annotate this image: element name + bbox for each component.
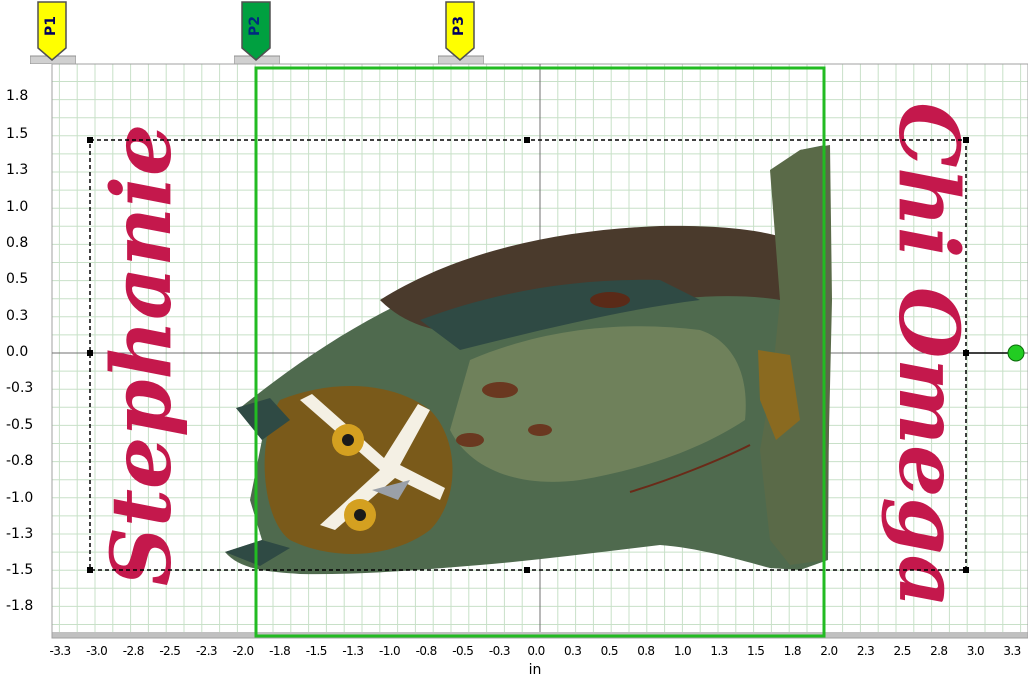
x-tick-label: -1.3 — [342, 644, 363, 658]
selection-handle-top-left[interactable] — [87, 137, 93, 143]
selection-handle-bottom-left[interactable] — [87, 567, 93, 573]
rotate-handle[interactable] — [1007, 344, 1025, 362]
x-tick-label: 3.3 — [1003, 644, 1020, 658]
x-tick-label: 2.8 — [930, 644, 947, 658]
units-label: in — [528, 662, 542, 678]
x-tick-label: -2.8 — [123, 644, 144, 658]
y-tick-label: 0.3 — [6, 308, 29, 324]
x-tick-label: 2.0 — [820, 644, 837, 658]
design-canvas[interactable]: Stephanie Chi Omega -3.3 -3.0 -2.8 -2.5 -2.3… — [0, 0, 1028, 684]
lettering-stephanie: Stephanie — [94, 124, 190, 586]
y-tick-label: 0.8 — [6, 235, 29, 251]
x-tick-label: -3.3 — [49, 644, 70, 658]
y-tick-label: -1.3 — [6, 526, 34, 542]
selection-handle-left[interactable] — [87, 350, 93, 356]
y-tick-label: -1.5 — [6, 562, 34, 578]
owl-pupil — [342, 434, 354, 446]
x-axis-labels: -3.3 -3.0 -2.8 -2.5 -2.3 -2.0 -1.8 -1.5 -1.3 -1.0… — [49, 644, 1021, 658]
y-tick-label: 1.0 — [6, 199, 29, 215]
x-tick-label: 0.3 — [564, 644, 581, 658]
x-tick-label: 2.3 — [857, 644, 874, 658]
y-tick-label: -0.8 — [6, 453, 34, 469]
x-tick-label: -1.5 — [306, 644, 327, 658]
y-tick-label: -1.0 — [6, 490, 34, 506]
x-tick-label: -1.8 — [269, 644, 290, 658]
owl-pupil — [354, 509, 366, 521]
x-tick-label: 1.0 — [674, 644, 691, 658]
owl-speckle — [482, 382, 518, 398]
y-tick-label: -0.5 — [6, 417, 34, 433]
selection-handle-top-right[interactable] — [963, 137, 969, 143]
y-tick-label: -1.8 — [6, 598, 34, 614]
x-tick-label: 0.5 — [601, 644, 618, 658]
x-tick-label: -2.3 — [196, 644, 217, 658]
selection-handle-bottom[interactable] — [524, 567, 530, 573]
x-tick-label: -2.5 — [159, 644, 180, 658]
lettering-left[interactable]: Stephanie — [94, 124, 190, 586]
y-tick-label: 1.8 — [6, 88, 29, 104]
x-tick-label: 1.5 — [747, 644, 764, 658]
x-tick-label: 0.0 — [527, 644, 544, 658]
x-tick-label: 0.8 — [637, 644, 654, 658]
owl-speckle — [590, 292, 630, 308]
x-tick-label: -0.8 — [416, 644, 437, 658]
y-tick-label: 1.5 — [6, 126, 29, 142]
x-tick-label: -2.0 — [233, 644, 254, 658]
owl-speckle — [456, 433, 484, 447]
y-tick-label: 1.3 — [6, 162, 29, 178]
x-tick-label: -3.0 — [86, 644, 107, 658]
y-tick-label: 0.5 — [6, 271, 29, 287]
x-tick-label: 2.5 — [894, 644, 911, 658]
y-tick-label: 0.0 — [6, 344, 29, 360]
x-tick-label: 3.0 — [967, 644, 984, 658]
x-tick-label: 1.8 — [784, 644, 801, 658]
x-tick-label: -0.3 — [489, 644, 510, 658]
selection-handle-top[interactable] — [524, 137, 530, 143]
y-tick-label: -0.3 — [6, 380, 34, 396]
owl-speckle — [528, 424, 552, 436]
x-tick-label: 1.3 — [710, 644, 727, 658]
x-tick-label: -1.0 — [379, 644, 400, 658]
selection-handle-bottom-right[interactable] — [963, 567, 969, 573]
x-tick-label: -0.5 — [452, 644, 473, 658]
lettering-right[interactable]: Chi Omega — [880, 102, 976, 607]
lettering-chi-omega: Chi Omega — [880, 102, 976, 607]
